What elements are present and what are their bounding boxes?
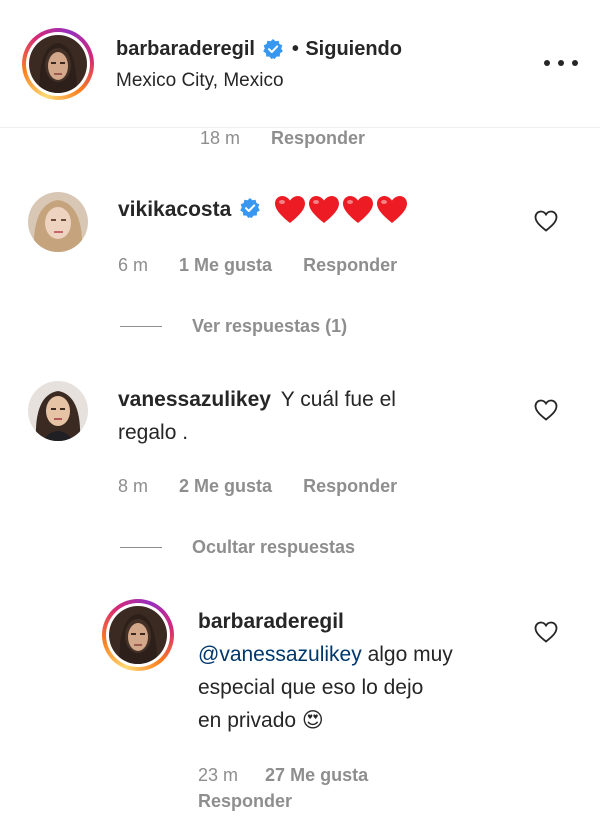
red-hearts-emoji-icon	[274, 196, 407, 224]
header-separator: •	[291, 38, 299, 60]
comment-body-line1: Y cuál fue el	[280, 388, 396, 411]
comment-time: 6 m	[118, 255, 149, 275]
mention-link[interactable]: @vanessazulikey	[198, 643, 362, 666]
reply-username[interactable]: barbaraderegil	[198, 610, 344, 633]
reply-button[interactable]: Responder	[303, 476, 397, 496]
post-header: barbaraderegil • Siguiendo Mexico City, …	[0, 0, 600, 128]
like-heart-icon[interactable]	[534, 210, 558, 232]
likes-count-button[interactable]: 27 Me gusta	[265, 765, 368, 785]
comment-avatar[interactable]	[28, 381, 88, 441]
comment-text: vikikacosta	[118, 193, 408, 226]
hide-replies-button[interactable]: Ocultar respuestas	[192, 537, 355, 558]
heart-eyes-emoji-icon: 😍	[301, 709, 324, 732]
reply-avatar[interactable]	[102, 599, 174, 671]
comment-text: vanessazulikey Y cuál fue el regalo .	[118, 383, 508, 449]
like-heart-icon[interactable]	[534, 621, 558, 643]
comment-time: 18 m	[200, 128, 241, 148]
like-heart-icon[interactable]	[534, 399, 558, 421]
comment-body-line2: regalo .	[118, 421, 189, 444]
comment-avatar[interactable]	[28, 192, 88, 252]
reply-body-line3: en privado	[198, 709, 297, 732]
header-location[interactable]: Mexico City, Mexico	[116, 70, 284, 92]
avatar-photo-icon	[28, 192, 88, 252]
likes-count-button[interactable]: 2 Me gusta	[179, 476, 272, 496]
avatar-photo-icon	[29, 35, 87, 93]
avatar-photo-icon	[109, 606, 167, 664]
partial-comment-meta: 18 m Responder	[200, 128, 365, 149]
comment-meta: 8 m 2 Me gusta Responder	[118, 476, 397, 497]
reply-button[interactable]: Responder	[271, 128, 365, 148]
comment-time: 8 m	[118, 476, 149, 496]
replies-divider	[120, 547, 162, 548]
likes-count-button[interactable]: 1 Me gusta	[179, 255, 272, 275]
reply-time: 23 m	[198, 765, 239, 785]
header-avatar[interactable]	[22, 28, 94, 100]
comment-username[interactable]: vikikacosta	[118, 198, 231, 221]
more-options-icon[interactable]	[544, 58, 578, 68]
reply-button[interactable]: Responder	[303, 255, 397, 275]
reply-body-line1: algo muy	[361, 643, 453, 666]
comment-meta: 6 m 1 Me gusta Responder	[118, 255, 397, 276]
reply-button[interactable]: Responder	[198, 791, 292, 811]
header-username[interactable]: barbaraderegil	[116, 38, 255, 60]
follow-status-button[interactable]: Siguiendo	[305, 38, 402, 60]
verified-badge-icon	[263, 38, 284, 59]
reply-body-line2: especial que eso lo dejo	[198, 676, 424, 699]
comment-username[interactable]: vanessazulikey	[118, 388, 271, 411]
reply-text: barbaraderegil @vanessazulikey algo muy …	[198, 605, 518, 737]
verified-badge-icon	[240, 198, 260, 219]
reply-meta: 23 m 27 Me gusta Responder	[198, 762, 518, 814]
avatar-photo-icon	[28, 381, 88, 441]
replies-divider	[120, 326, 162, 327]
view-replies-button[interactable]: Ver respuestas (1)	[192, 316, 347, 337]
